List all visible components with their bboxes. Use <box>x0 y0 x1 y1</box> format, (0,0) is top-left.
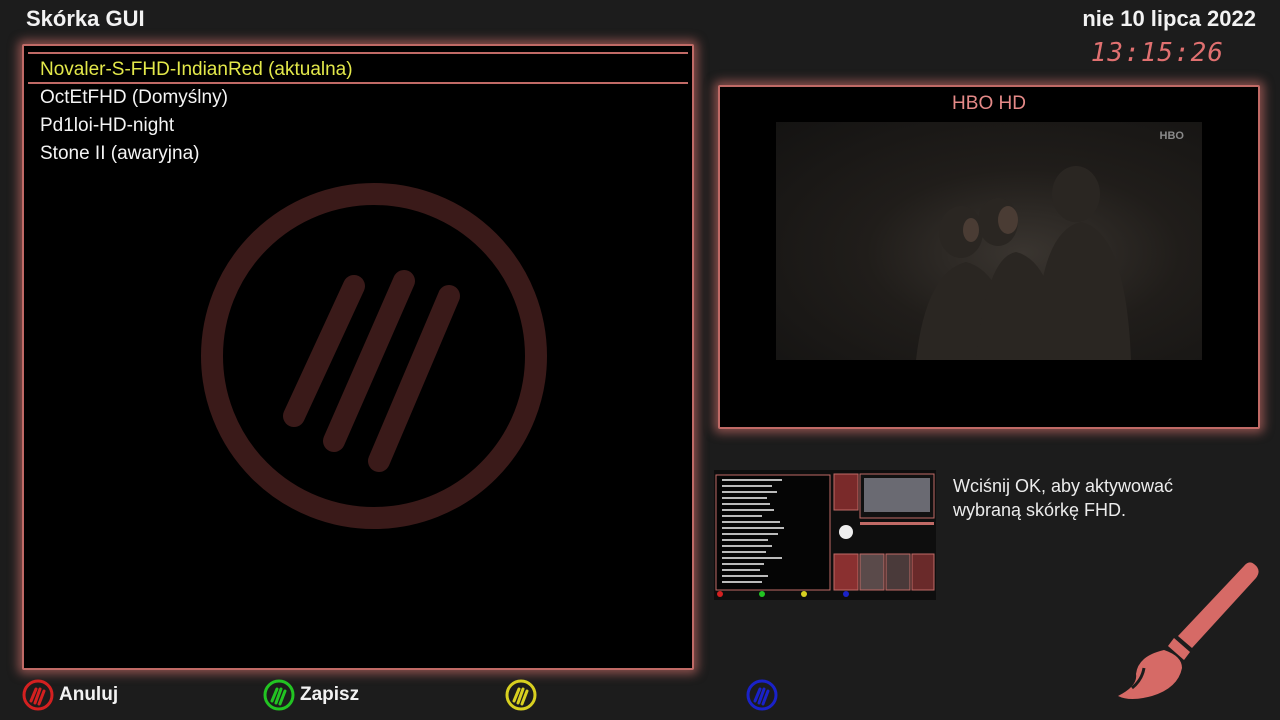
page-title: Skórka GUI <box>26 6 145 31</box>
skin-item[interactable]: Novaler-S-FHD-IndianRed (aktualna) <box>28 56 688 84</box>
paintbrush-icon <box>1118 562 1259 699</box>
info-text: Wciśnij OK, aby aktywować wybraną skórkę… <box>953 476 1174 520</box>
yellow-key-button[interactable] <box>505 679 542 711</box>
skin-list-panel: Novaler-S-FHD-IndianRed (aktualna) OctEt… <box>22 44 694 670</box>
skin-item[interactable]: Pd1loi-HD-night <box>28 112 688 140</box>
novaler-logo-icon <box>201 183 547 529</box>
tv-preview-panel: HBO HD HBO <box>718 85 1260 429</box>
clock: 13:15:26 <box>1090 38 1224 68</box>
video-preview: HBO <box>776 122 1202 360</box>
skin-item[interactable]: Stone II (awaryjna) <box>28 140 688 168</box>
red-key-label: Anuluj <box>59 684 119 705</box>
green-key-icon <box>263 679 295 711</box>
red-key-icon <box>22 679 54 711</box>
green-key-label: Zapisz <box>300 684 360 705</box>
yellow-key-icon <box>505 679 537 711</box>
channel-name: HBO HD <box>952 93 1026 114</box>
skin-preview-thumbnail <box>714 470 936 600</box>
skin-item[interactable]: OctEtFHD (Domyślny) <box>28 84 688 112</box>
skin-list: Novaler-S-FHD-IndianRed (aktualna) OctEt… <box>28 56 688 168</box>
video-frame-image <box>916 166 1131 360</box>
list-top-divider <box>28 52 688 54</box>
skin-screenshot-image <box>714 470 936 600</box>
channel-logo: HBO <box>1159 130 1184 142</box>
blue-key-icon <box>746 679 778 711</box>
date-label: nie 10 lipca 2022 <box>1082 6 1256 31</box>
red-key-button[interactable]: Anuluj <box>22 679 118 711</box>
green-key-button[interactable]: Zapisz <box>263 679 359 711</box>
blue-key-button[interactable] <box>746 679 783 711</box>
